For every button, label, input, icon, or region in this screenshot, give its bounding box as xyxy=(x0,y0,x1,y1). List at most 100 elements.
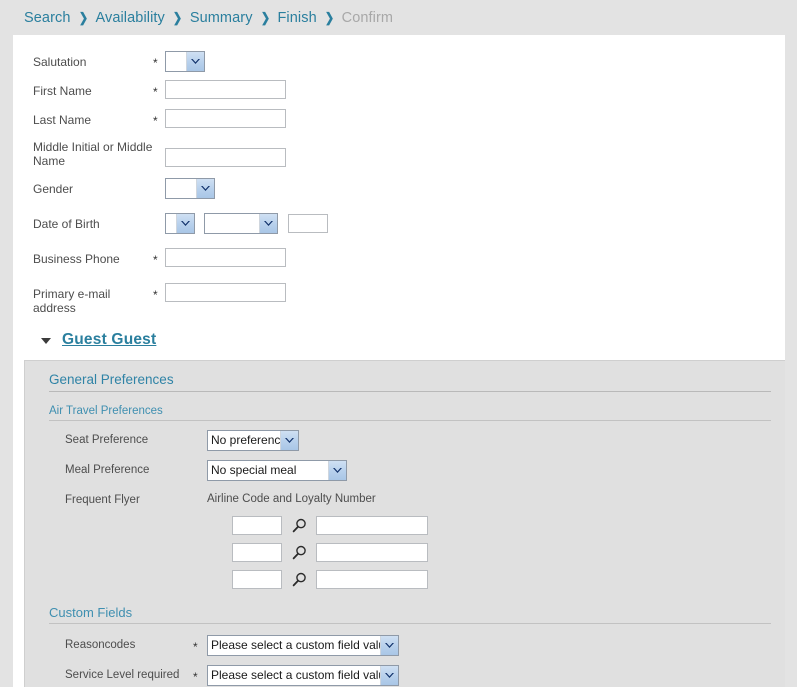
search-icon[interactable] xyxy=(290,544,308,562)
field-row-reasoncodes: Reasoncodes * Please select a custom fie… xyxy=(25,635,785,656)
last-name-input[interactable] xyxy=(165,109,286,128)
field-row-meal-preference: Meal Preference No special meal xyxy=(25,460,785,481)
meal-preference-value: No special meal xyxy=(211,463,297,477)
service-level-required-marker: * xyxy=(193,670,198,684)
primary-email-label: Primary e-mail address xyxy=(33,287,111,315)
breadcrumb: Search ❯ Availability ❯ Summary ❯ Finish… xyxy=(0,0,797,35)
field-row-middle-name: Middle Initial or Middle Name xyxy=(13,136,785,168)
gender-select[interactable] xyxy=(165,178,215,199)
chevron-down-icon xyxy=(380,666,398,685)
field-row-last-name: Last Name * xyxy=(13,107,785,136)
reasoncodes-label: Reasoncodes xyxy=(65,639,136,651)
last-name-label: Last Name xyxy=(33,113,92,127)
field-row-salutation: Salutation * xyxy=(13,49,785,78)
air-travel-preferences-heading: Air Travel Preferences xyxy=(49,405,163,417)
traveller-name-link[interactable]: Guest Guest xyxy=(62,331,156,349)
triangle-down-icon[interactable] xyxy=(41,338,51,344)
frequent-flyer-loyalty-number-input[interactable] xyxy=(316,516,428,535)
date-of-birth-label: Date of Birth xyxy=(33,217,100,231)
gender-required-marker xyxy=(153,176,165,183)
chevron-down-icon xyxy=(328,461,346,480)
gender-label: Gender xyxy=(33,182,74,196)
air-section-divider xyxy=(49,420,771,421)
frequent-flyer-airline-code-input[interactable] xyxy=(232,516,282,535)
meal-preference-required-marker xyxy=(193,460,207,465)
middle-name-label: Middle Initial or Middle Name xyxy=(33,140,153,168)
seat-preference-label: Seat Preference xyxy=(65,434,149,446)
salutation-label: Salutation xyxy=(33,55,87,69)
frequent-flyer-airline-code-input[interactable] xyxy=(232,570,282,589)
first-name-required-marker: * xyxy=(153,85,158,99)
chevron-down-icon xyxy=(259,214,277,233)
first-name-label: First Name xyxy=(33,84,92,98)
frequent-flyer-loyalty-number-input[interactable] xyxy=(316,543,428,562)
primary-email-required-marker: * xyxy=(153,288,158,302)
reasoncodes-required-marker: * xyxy=(193,640,198,654)
field-row-business-phone: Business Phone * xyxy=(13,246,785,275)
breadcrumb-separator-icon: ❯ xyxy=(78,9,88,25)
service-level-label: Service Level required xyxy=(65,669,180,681)
meal-preference-select[interactable]: No special meal xyxy=(207,460,347,481)
chevron-down-icon xyxy=(280,431,298,450)
frequent-flyer-airline-code-input[interactable] xyxy=(232,543,282,562)
reasoncodes-select[interactable]: Please select a custom field value xyxy=(207,635,399,656)
primary-email-input[interactable] xyxy=(165,283,286,302)
date-of-birth-required-marker xyxy=(153,211,165,218)
page-root: Search ❯ Availability ❯ Summary ❯ Finish… xyxy=(0,0,797,687)
frequent-flyer-row xyxy=(232,516,785,535)
service-level-select[interactable]: Please select a custom field value xyxy=(207,665,399,686)
seat-preference-select[interactable]: No preference xyxy=(207,430,299,451)
salutation-select[interactable] xyxy=(165,51,205,72)
reasoncodes-value: Please select a custom field value xyxy=(211,638,380,652)
breadcrumb-item-search[interactable]: Search xyxy=(24,10,71,26)
salutation-required-marker: * xyxy=(153,56,158,70)
seat-preference-required-marker xyxy=(193,430,207,435)
frequent-flyer-row xyxy=(232,543,785,562)
custom-fields-heading: Custom Fields xyxy=(49,605,133,620)
search-icon[interactable] xyxy=(290,517,308,535)
chevron-down-icon xyxy=(196,179,214,198)
field-row-seat-preference: Seat Preference No preference xyxy=(25,430,785,451)
breadcrumb-item-summary[interactable]: Summary xyxy=(190,10,253,26)
breadcrumb-item-availability[interactable]: Availability xyxy=(95,10,164,26)
frequent-flyer-required-marker xyxy=(193,490,207,495)
field-row-gender: Gender xyxy=(13,176,785,205)
last-name-required-marker: * xyxy=(153,114,158,128)
general-preferences-heading: General Preferences xyxy=(49,372,174,387)
frequent-flyer-loyalty-number-input[interactable] xyxy=(316,570,428,589)
meal-preference-label: Meal Preference xyxy=(65,464,150,476)
middle-name-input[interactable] xyxy=(165,148,286,167)
business-phone-input[interactable] xyxy=(165,248,286,267)
chevron-down-icon xyxy=(186,52,204,71)
field-row-primary-email: Primary e-mail address * xyxy=(13,281,785,315)
seat-preference-value: No preference xyxy=(211,433,280,447)
middle-name-required-marker xyxy=(153,136,165,143)
custom-section-divider xyxy=(49,623,771,624)
date-of-birth-day-select[interactable] xyxy=(165,213,195,234)
date-of-birth-year-input[interactable] xyxy=(288,214,328,233)
frequent-flyer-caption: Airline Code and Loyalty Number xyxy=(207,493,376,505)
search-icon[interactable] xyxy=(290,571,308,589)
frequent-flyer-row xyxy=(232,570,785,589)
general-preferences-panel: General Preferences Air Travel Preferenc… xyxy=(24,360,785,687)
business-phone-required-marker: * xyxy=(153,253,158,267)
breadcrumb-separator-icon: ❯ xyxy=(172,9,182,25)
breadcrumb-item-confirm: Confirm xyxy=(341,9,394,26)
personal-details-form: Salutation * First Name * Last Name * Mi… xyxy=(13,49,785,315)
breadcrumb-separator-icon: ❯ xyxy=(324,9,334,25)
field-row-first-name: First Name * xyxy=(13,78,785,107)
field-row-date-of-birth: Date of Birth xyxy=(13,211,785,240)
breadcrumb-separator-icon: ❯ xyxy=(260,9,270,25)
field-row-service-level: Service Level required * Please select a… xyxy=(25,665,785,686)
chevron-down-icon xyxy=(176,214,194,233)
first-name-input[interactable] xyxy=(165,80,286,99)
chevron-down-icon xyxy=(380,636,398,655)
date-of-birth-month-select[interactable] xyxy=(204,213,278,234)
business-phone-label: Business Phone xyxy=(33,252,120,266)
breadcrumb-item-finish[interactable]: Finish xyxy=(277,10,316,26)
frequent-flyer-label: Frequent Flyer xyxy=(65,494,140,506)
traveller-header-guest-guest[interactable]: Guest Guest xyxy=(13,331,785,349)
service-level-value: Please select a custom field value xyxy=(211,668,380,682)
content-card: Salutation * First Name * Last Name * Mi… xyxy=(13,35,785,687)
field-row-frequent-flyer: Frequent Flyer Airline Code and Loyalty … xyxy=(25,490,785,506)
